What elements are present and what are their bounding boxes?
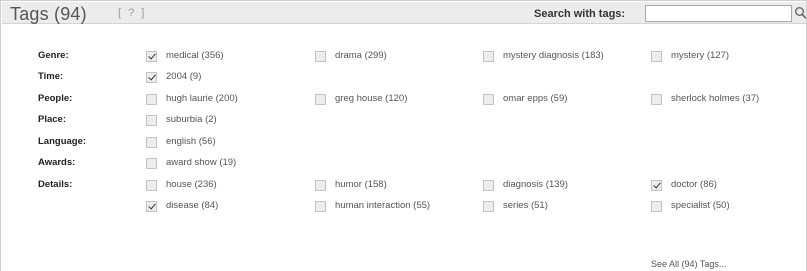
tag-label[interactable]: omar epps (59) <box>503 93 567 104</box>
tag-checkbox-checked[interactable] <box>146 201 157 212</box>
tag-row: Place: suburbia (2) <box>1 111 807 131</box>
tag-label[interactable]: diagnosis (139) <box>503 179 568 190</box>
tag-checkbox[interactable] <box>315 180 326 191</box>
search-label: Search with tags: <box>534 8 626 20</box>
tag-checkbox[interactable] <box>483 180 494 191</box>
tag-label[interactable]: english (56) <box>166 136 216 147</box>
tag-checkbox[interactable] <box>651 51 662 62</box>
tag-category-label: Language: <box>38 136 87 147</box>
tag-label[interactable]: series (51) <box>503 200 548 211</box>
tag-label[interactable]: mystery diagnosis (183) <box>503 50 604 61</box>
tag-row: disease (84) human interaction (55) series… <box>1 197 807 217</box>
tag-label[interactable]: suburbia (2) <box>166 114 217 125</box>
tag-checkbox[interactable] <box>483 51 494 62</box>
tag-label[interactable]: sherlock holmes (37) <box>671 93 759 104</box>
tag-label[interactable]: house (236) <box>166 179 217 190</box>
tag-checkbox[interactable] <box>651 201 662 212</box>
panel-title: Tags (94) <box>10 4 87 24</box>
tag-checkbox[interactable] <box>483 201 494 212</box>
tag-label[interactable]: drama (299) <box>335 50 387 61</box>
tag-category-label: People: <box>38 93 73 104</box>
tag-label[interactable]: disease (84) <box>166 200 218 211</box>
tag-label[interactable]: medical (356) <box>166 50 224 61</box>
tag-checkbox-checked[interactable] <box>146 72 157 83</box>
tag-label[interactable]: 2004 (9) <box>166 71 201 82</box>
tag-row: People: hugh laurie (200) greg house (120)… <box>1 90 807 110</box>
search-icon[interactable] <box>794 6 807 20</box>
tag-row: Awards: award show (19) <box>1 154 807 174</box>
tag-label[interactable]: mystery (127) <box>671 50 729 61</box>
tag-checkbox[interactable] <box>146 137 157 148</box>
tag-checkbox[interactable] <box>315 51 326 62</box>
tag-row: Language: english (56) <box>1 133 807 153</box>
tag-label[interactable]: award show (19) <box>166 157 236 168</box>
tag-checkbox[interactable] <box>146 180 157 191</box>
tag-checkbox[interactable] <box>483 94 494 105</box>
tag-checkbox[interactable] <box>146 158 157 169</box>
tag-label[interactable]: specialist (50) <box>671 200 730 211</box>
tags-panel: Tags (94) [ ? ] Search with tags: Genre:… <box>0 0 807 271</box>
tag-checkbox-checked[interactable] <box>651 180 662 191</box>
tag-checkbox[interactable] <box>146 94 157 105</box>
tag-label[interactable]: greg house (120) <box>335 93 407 104</box>
tag-label[interactable]: humor (158) <box>335 179 387 190</box>
tag-label[interactable]: hugh laurie (200) <box>166 93 238 104</box>
tag-search-input[interactable] <box>645 5 792 22</box>
tag-row: Genre: medical (356) drama (299) mystery di… <box>1 47 807 67</box>
tag-label[interactable]: human interaction (55) <box>335 200 430 211</box>
tag-checkbox[interactable] <box>146 115 157 126</box>
tag-category-label: Time: <box>38 71 64 82</box>
tag-checkbox[interactable] <box>315 94 326 105</box>
tag-row: Details: house (236) humor (158) diagnosis … <box>1 176 807 196</box>
see-all-tags-link[interactable]: See All (94) Tags... <box>651 259 726 269</box>
tag-category-label: Place: <box>38 114 66 125</box>
tag-label[interactable]: doctor (86) <box>671 179 717 190</box>
tags-header: Tags (94) [ ? ] Search with tags: <box>2 2 807 24</box>
tag-category-label: Awards: <box>38 157 76 168</box>
tag-checkbox-checked[interactable] <box>146 51 157 62</box>
tag-row: Time: 2004 (9) <box>1 68 807 88</box>
tag-checkbox[interactable] <box>651 94 662 105</box>
tag-category-label: Details: <box>38 179 73 190</box>
tag-checkbox[interactable] <box>315 201 326 212</box>
help-link[interactable]: [ ? ] <box>118 7 146 19</box>
tag-category-label: Genre: <box>38 50 69 61</box>
